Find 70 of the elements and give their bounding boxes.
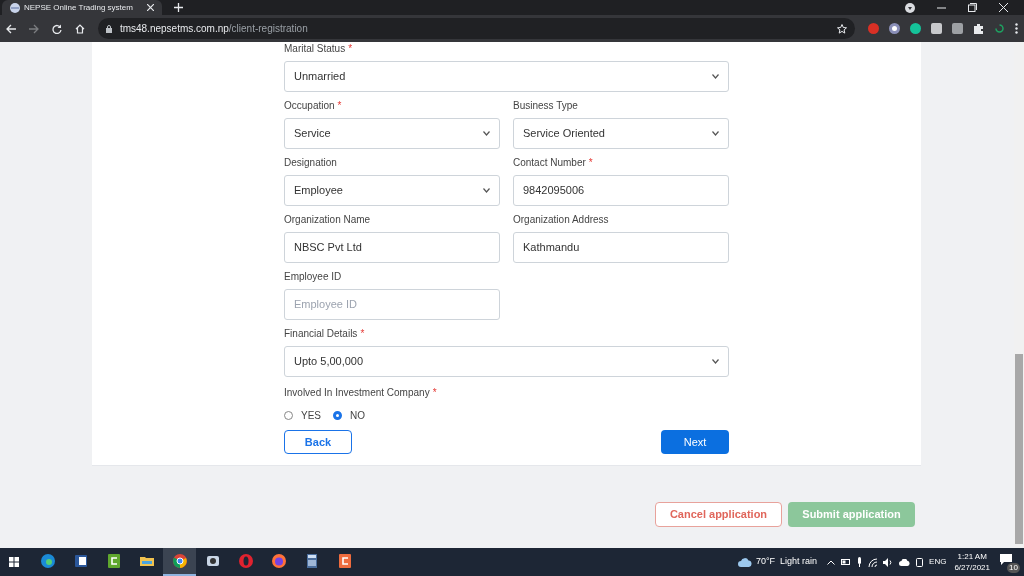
radio-label[interactable]: NO — [350, 407, 365, 423]
clock-date[interactable]: 6/27/2021 — [954, 562, 990, 573]
address-bar[interactable]: tms48.nepsetms.com.np/client-registration — [97, 18, 856, 39]
tab-title: NEPSE Online Trading system — [24, 1, 134, 14]
input-field[interactable]: Kathmandu — [513, 232, 729, 263]
extension-icon[interactable] — [910, 23, 922, 34]
new-tab-icon[interactable] — [174, 3, 183, 12]
select-dropdown[interactable]: Service Oriented — [513, 118, 729, 149]
menu-icon[interactable] — [1015, 23, 1019, 34]
star-icon[interactable] — [837, 23, 848, 34]
reload-icon[interactable] — [51, 23, 62, 34]
battery-icon[interactable] — [841, 559, 852, 565]
home-icon[interactable] — [74, 23, 85, 34]
globe-icon — [10, 2, 20, 13]
sync-icon[interactable] — [994, 23, 1006, 34]
field-label: Financial Details * — [284, 327, 366, 340]
field-label: Designation — [284, 156, 338, 169]
field-label: Involved In Investment Company * — [284, 386, 438, 399]
field-label: Marital Status * — [284, 42, 354, 55]
url-text: tms48.nepsetms.com.np/client-registration — [119, 22, 309, 36]
microphone-icon[interactable] — [857, 557, 863, 567]
next-button[interactable]: Next — [661, 430, 729, 454]
back-button[interactable]: Back — [284, 430, 352, 454]
input-field[interactable]: NBSC Pvt Ltd — [284, 232, 500, 263]
select-dropdown[interactable]: Upto 5,00,000 — [284, 346, 729, 377]
app-icon — [105, 553, 122, 569]
extension-icon[interactable] — [889, 23, 901, 34]
field-label: Business Type — [513, 99, 579, 112]
back-icon[interactable] — [6, 23, 16, 34]
field-label: Organization Name — [284, 213, 372, 226]
close-icon[interactable] — [999, 3, 1008, 12]
radio-button[interactable] — [333, 410, 342, 420]
document-icon — [72, 553, 89, 569]
taskbar-app[interactable] — [163, 548, 196, 576]
chevron-up-icon[interactable] — [827, 559, 836, 565]
wifi-icon[interactable] — [868, 557, 878, 567]
field-label: Occupation * — [284, 99, 343, 112]
puzzle-icon[interactable] — [973, 23, 985, 34]
device-icon[interactable] — [916, 557, 924, 567]
notification-count: 10 — [1007, 563, 1020, 573]
restore-icon[interactable] — [968, 3, 977, 12]
chrome-icon — [171, 553, 188, 569]
language-indicator[interactable]: ENG — [929, 556, 947, 568]
cloud-icon[interactable] — [899, 558, 911, 566]
lock-icon — [105, 24, 112, 33]
radio-label[interactable]: YES — [301, 407, 321, 423]
temperature-text: 70°F — [755, 555, 776, 569]
extension-icon[interactable] — [931, 23, 943, 34]
profile-icon[interactable] — [905, 3, 915, 13]
edge-icon — [39, 553, 56, 569]
input-field[interactable]: 9842095006 — [513, 175, 729, 206]
select-dropdown[interactable]: Service — [284, 118, 500, 149]
field-label: Employee ID — [284, 270, 343, 283]
app-icon — [336, 553, 353, 569]
opera-icon — [237, 553, 254, 569]
radio-button[interactable] — [284, 410, 293, 420]
close-icon[interactable] — [147, 4, 154, 11]
windows-start-icon[interactable] — [9, 557, 19, 567]
select-dropdown[interactable]: Employee — [284, 175, 500, 206]
browser-tab[interactable]: NEPSE Online Trading system — [2, 0, 162, 15]
forward-icon[interactable] — [28, 23, 39, 34]
clock-time[interactable]: 1:21 AM — [957, 551, 987, 562]
weather-text: Light rain — [780, 555, 818, 569]
field-label: Organization Address — [513, 213, 610, 226]
cloud-icon — [737, 557, 752, 567]
select-dropdown[interactable]: Unmarried — [284, 61, 729, 92]
speaker-icon[interactable] — [883, 557, 894, 567]
camera-icon — [204, 553, 221, 569]
firefox-icon — [270, 553, 287, 569]
field-label: Contact Number * — [513, 156, 594, 169]
